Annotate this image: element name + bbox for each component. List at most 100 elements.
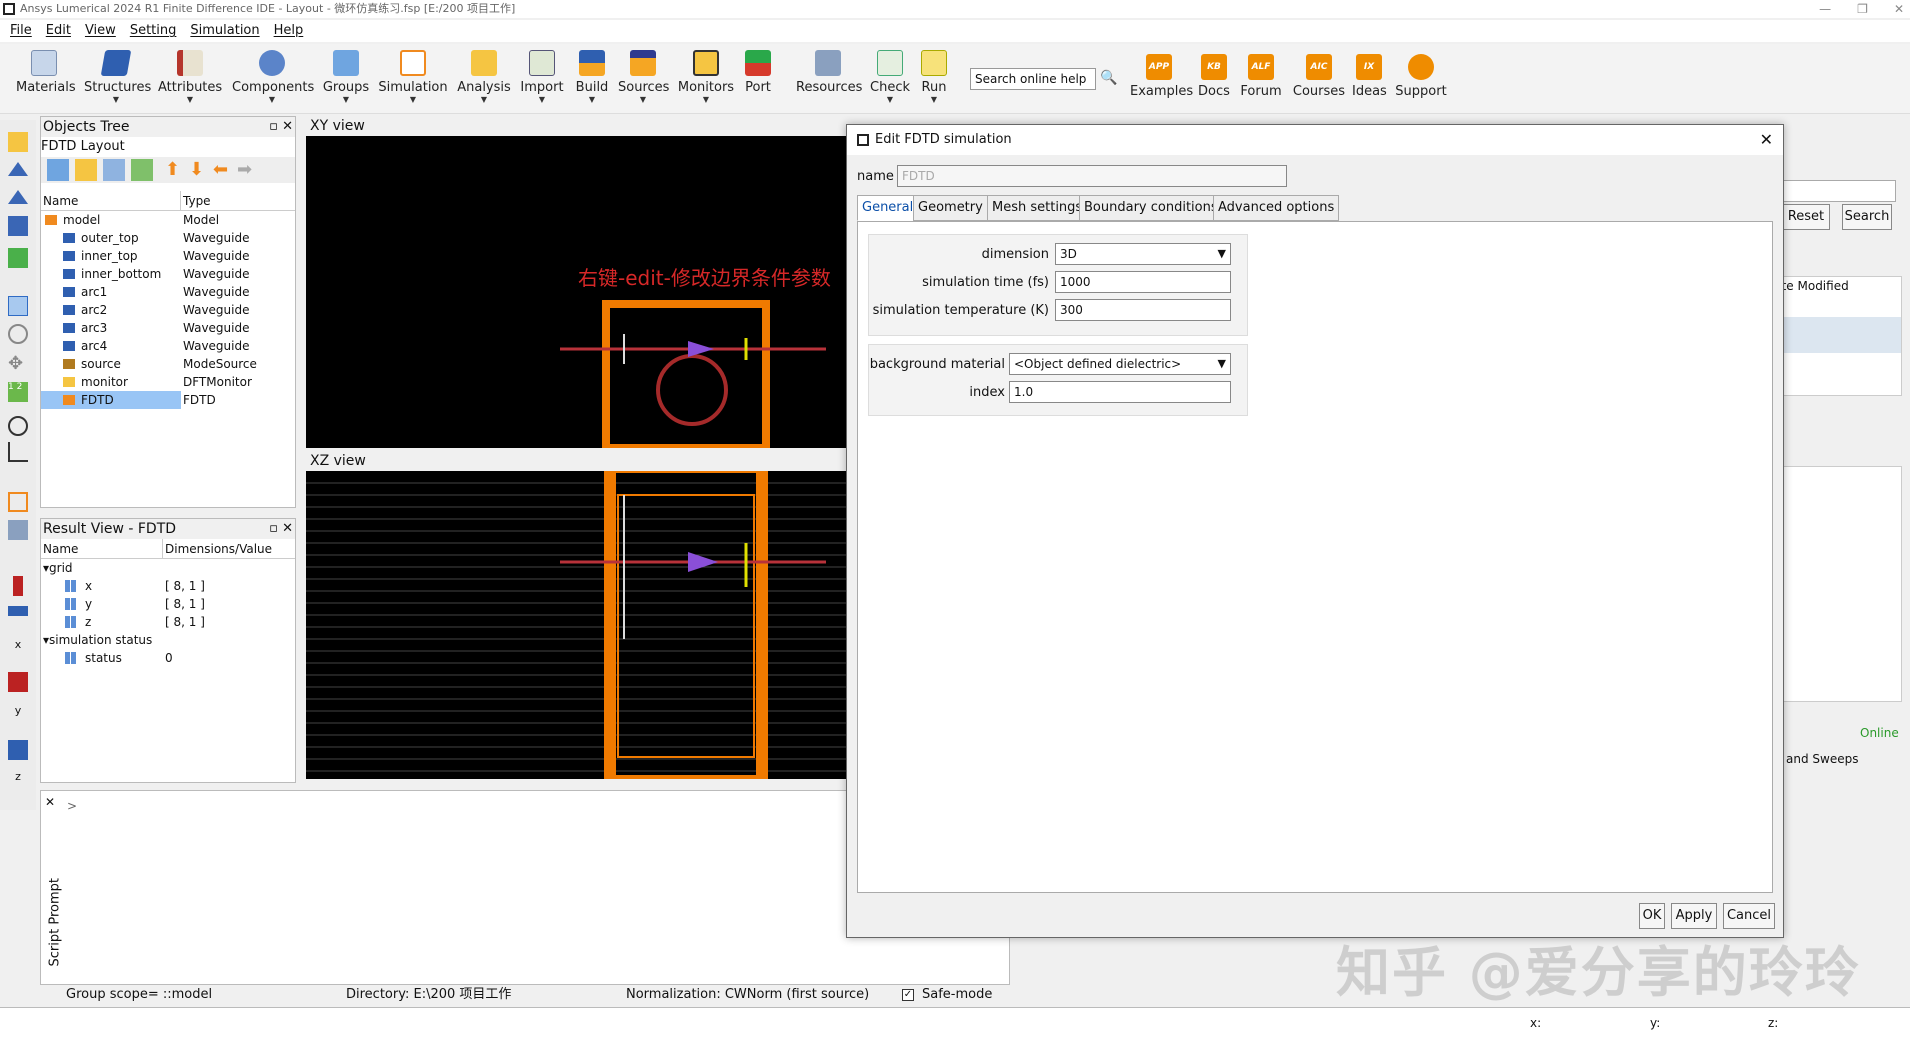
- delete-icon[interactable]: [8, 248, 28, 268]
- y-view-icon[interactable]: [8, 740, 28, 760]
- toolbar-build[interactable]: Build ▼: [574, 48, 610, 104]
- move-left-icon[interactable]: ⬅: [213, 159, 231, 181]
- result-row[interactable]: y[ 8, 1 ]: [41, 595, 295, 613]
- tree-row[interactable]: inner_top Waveguide: [41, 247, 295, 265]
- chevron-down-icon[interactable]: ▼: [618, 95, 668, 104]
- tree-row[interactable]: inner_bottom Waveguide: [41, 265, 295, 283]
- move-down-icon[interactable]: ⬇: [189, 159, 207, 181]
- tab-geometry[interactable]: Geometry: [913, 195, 988, 221]
- result-row[interactable]: z[ 8, 1 ]: [41, 613, 295, 631]
- toolbar-sources[interactable]: Sources ▼: [618, 48, 669, 104]
- bg-material-select[interactable]: <Object defined dielectric> ▼: [1009, 353, 1231, 375]
- menu-help[interactable]: Help: [274, 20, 304, 42]
- index-field[interactable]: 1.0: [1009, 381, 1231, 403]
- chevron-down-icon[interactable]: ▼: [378, 95, 448, 104]
- ok-button[interactable]: OK: [1639, 903, 1665, 929]
- ruler-icon[interactable]: 1 2: [8, 382, 28, 402]
- tree-row[interactable]: arc4 Waveguide: [41, 337, 295, 355]
- tree-ungroup-icon[interactable]: [103, 159, 125, 181]
- menu-view[interactable]: View: [85, 20, 116, 42]
- tree-script-icon[interactable]: [131, 159, 153, 181]
- close-window-icon[interactable]: ✕: [1894, 0, 1904, 18]
- chevron-down-icon[interactable]: ▼: [322, 95, 370, 104]
- library-search-button[interactable]: Search: [1842, 204, 1892, 230]
- tab-general[interactable]: General: [857, 195, 919, 221]
- dimension-select[interactable]: 3D ▼: [1055, 243, 1231, 265]
- restore-icon[interactable]: ❐: [1857, 0, 1868, 18]
- kb-courses[interactable]: AIC Courses: [1292, 54, 1346, 99]
- toolbar-attributes[interactable]: Attributes ▼: [158, 48, 222, 104]
- tree-add-icon[interactable]: [47, 159, 69, 181]
- toolbar-monitors[interactable]: Monitors ▼: [676, 48, 736, 104]
- kb-support[interactable]: Support: [1394, 54, 1448, 99]
- toolbar-components[interactable]: Components ▼: [232, 48, 314, 104]
- y-slice-icon[interactable]: [8, 606, 28, 616]
- tree-row[interactable]: outer_top Waveguide: [41, 229, 295, 247]
- toolbar-groups[interactable]: Groups ▼: [322, 48, 370, 104]
- sweeps-tab[interactable]: and Sweeps: [1786, 752, 1858, 766]
- sim-time-field[interactable]: 1000: [1055, 271, 1231, 293]
- panel-close-icon[interactable]: ▫ ✕: [269, 117, 293, 137]
- toolbar-simulation[interactable]: Simulation ▼: [378, 48, 448, 104]
- chevron-down-icon[interactable]: ▼: [84, 95, 148, 104]
- edit-icon[interactable]: [8, 132, 28, 152]
- kb-examples[interactable]: APP Examples: [1130, 54, 1193, 99]
- tab-boundary-conditions[interactable]: Boundary conditions: [1079, 195, 1223, 221]
- kb-ideas[interactable]: IX Ideas: [1352, 54, 1387, 99]
- zoom-region-icon[interactable]: [8, 324, 28, 344]
- safe-mode-checkbox[interactable]: ✓: [902, 989, 914, 1001]
- toolbar-import[interactable]: Import ▼: [518, 48, 566, 104]
- toolbar-materials[interactable]: Materials: [16, 48, 76, 95]
- toolbar-check[interactable]: Check ▼: [870, 48, 910, 104]
- chevron-down-icon[interactable]: ▼: [676, 95, 736, 104]
- tree-row[interactable]: arc1 Waveguide: [41, 283, 295, 301]
- pyramid-icon[interactable]: [8, 190, 28, 204]
- axes-icon[interactable]: [8, 442, 28, 462]
- chevron-down-icon[interactable]: ▼: [574, 95, 610, 104]
- select-pointer-icon[interactable]: [8, 296, 28, 316]
- toolbar-analysis[interactable]: Analysis ▼: [456, 48, 512, 104]
- chevron-down-icon[interactable]: ▼: [158, 95, 222, 104]
- menu-setting[interactable]: Setting: [130, 20, 177, 42]
- library-reset-button[interactable]: Reset: [1782, 204, 1830, 230]
- chevron-down-icon[interactable]: ▼: [232, 95, 312, 104]
- tab-advanced-options[interactable]: Advanced options: [1213, 195, 1340, 221]
- move-right-icon[interactable]: ➡: [237, 159, 255, 181]
- sim-temp-field[interactable]: 300: [1055, 299, 1231, 321]
- tree-row[interactable]: arc2 Waveguide: [41, 301, 295, 319]
- result-group-grid[interactable]: ▾ grid: [41, 559, 295, 577]
- chevron-down-icon[interactable]: ▼: [518, 95, 566, 104]
- chevron-down-icon[interactable]: ▼: [456, 95, 512, 104]
- search-online-help-input[interactable]: Search online help: [970, 68, 1096, 90]
- tree-row[interactable]: FDTD FDTD: [41, 391, 295, 409]
- result-row[interactable]: status 0: [41, 649, 295, 667]
- toolbar-port[interactable]: Port: [742, 48, 774, 95]
- toolbar-structures[interactable]: Structures ▼: [84, 48, 151, 104]
- name-field[interactable]: FDTD: [897, 165, 1287, 187]
- array-icon[interactable]: [8, 216, 28, 236]
- calculator-icon[interactable]: [8, 520, 28, 540]
- toolbar-run[interactable]: Run ▼: [916, 48, 952, 104]
- search-icon[interactable]: 🔍: [1100, 70, 1117, 86]
- script-close-icon[interactable]: ✕: [45, 795, 55, 809]
- toolbar-resources[interactable]: Resources: [796, 48, 862, 95]
- tree-group-icon[interactable]: [75, 159, 97, 181]
- cancel-button[interactable]: Cancel: [1723, 903, 1775, 929]
- grid-icon[interactable]: [8, 492, 28, 512]
- zoom-icon[interactable]: [8, 416, 28, 436]
- structure-icon[interactable]: [8, 162, 28, 176]
- tree-row[interactable]: monitor DFTMonitor: [41, 373, 295, 391]
- tree-row[interactable]: arc3 Waveguide: [41, 319, 295, 337]
- minimize-icon[interactable]: —: [1819, 0, 1831, 18]
- tree-row[interactable]: source ModeSource: [41, 355, 295, 373]
- pan-icon[interactable]: ✥: [8, 354, 28, 374]
- apply-button[interactable]: Apply: [1671, 903, 1717, 929]
- menu-simulation[interactable]: Simulation: [190, 20, 259, 42]
- result-row[interactable]: x[ 8, 1 ]: [41, 577, 295, 595]
- menu-file[interactable]: File: [10, 20, 32, 42]
- x-slice-icon[interactable]: [13, 576, 23, 596]
- tree-row[interactable]: model Model: [41, 211, 295, 229]
- menu-edit[interactable]: Edit: [46, 20, 71, 42]
- library-search-input[interactable]: [1766, 180, 1896, 202]
- dialog-close-icon[interactable]: ✕: [1760, 125, 1773, 155]
